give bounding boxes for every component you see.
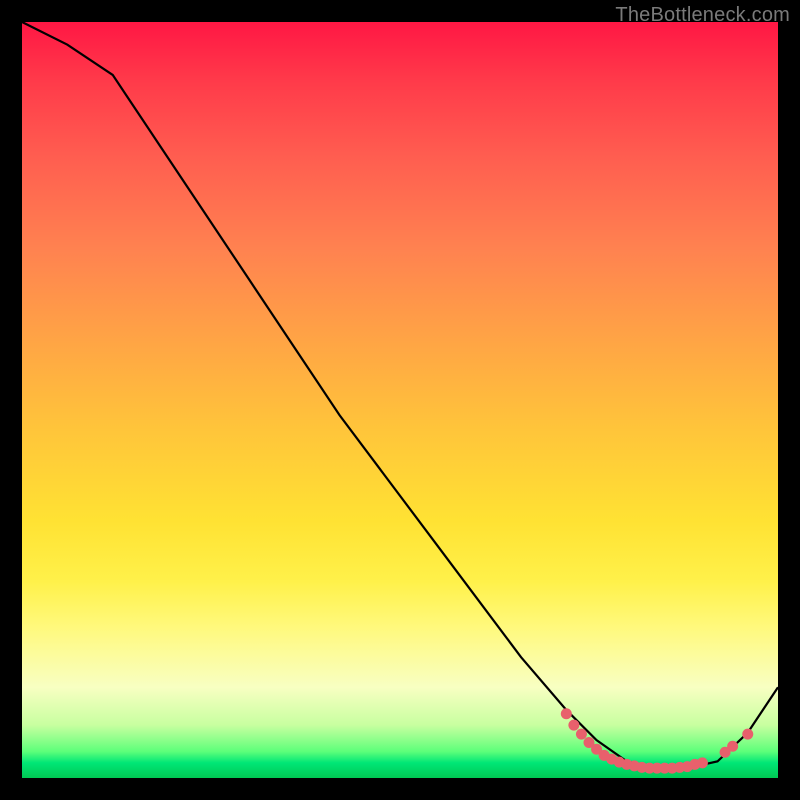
bottleneck-curve-line: [22, 22, 778, 768]
marker-dot: [727, 741, 738, 752]
marker-dot: [568, 720, 579, 731]
plot-area: [22, 22, 778, 778]
marker-dot: [742, 729, 753, 740]
marker-dot: [697, 757, 708, 768]
chart-frame: TheBottleneck.com: [0, 0, 800, 800]
marker-dots: [561, 708, 753, 773]
marker-dot: [576, 729, 587, 740]
attribution-label: TheBottleneck.com: [615, 4, 790, 27]
marker-dot: [561, 708, 572, 719]
chart-svg: [22, 22, 778, 778]
